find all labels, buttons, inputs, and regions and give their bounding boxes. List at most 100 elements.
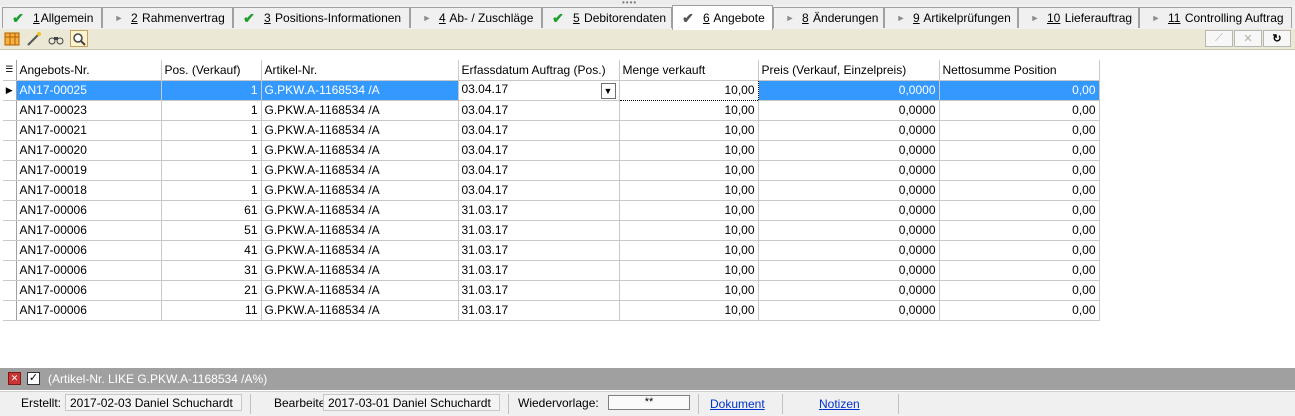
cell-offer-no[interactable]: AN17-00006 [16,300,162,321]
cell-net-sum[interactable]: 0,00 [939,100,1100,121]
refresh-button[interactable]: ↻ [1263,30,1291,47]
cell-article-no[interactable]: G.PKW.A-1168534 /A [261,120,459,141]
cell-offer-no[interactable]: AN17-00006 [16,260,162,281]
cell-offer-no[interactable]: AN17-00006 [16,220,162,241]
filter-wand-button[interactable] [25,30,43,47]
cell-quantity[interactable]: 10,00 [619,200,759,221]
cell-price[interactable]: 0,0000 [758,120,940,141]
tab-aenderungen[interactable]: ► 8 Änderungen [773,7,884,28]
cell-offer-no[interactable]: AN17-00023 [16,100,162,121]
filter-enabled-checkbox[interactable]: ✓ [27,372,40,385]
table-row[interactable]: AN17-00018 1 G.PKW.A-1168534 /A 03.04.17… [3,180,1100,201]
cell-position[interactable]: 1 [161,80,262,101]
cell-quantity[interactable]: 10,00 [619,280,759,301]
cell-offer-no[interactable]: AN17-00019 [16,160,162,181]
cell-offer-no[interactable]: AN17-00006 [16,240,162,261]
cell-quantity[interactable]: 10,00 [619,240,759,261]
cell-article-no[interactable]: G.PKW.A-1168534 /A [261,80,459,101]
cell-net-sum[interactable]: 0,00 [939,120,1100,141]
tab-allgemein[interactable]: ✔ 1Allgemein [2,7,102,28]
cell-position[interactable]: 11 [161,300,262,321]
cell-date[interactable]: 03.04.17 [458,160,620,181]
cell-net-sum[interactable]: 0,00 [939,80,1100,101]
cell-date[interactable]: 31.03.17 [458,220,620,241]
cell-position[interactable]: 51 [161,220,262,241]
cell-position[interactable]: 1 [161,140,262,161]
cell-net-sum[interactable]: 0,00 [939,160,1100,181]
cell-quantity[interactable]: 10,00 [619,140,759,161]
table-row[interactable]: AN17-00021 1 G.PKW.A-1168534 /A 03.04.17… [3,120,1100,141]
cell-offer-no[interactable]: AN17-00020 [16,140,162,161]
cell-position[interactable]: 41 [161,240,262,261]
cell-quantity[interactable]: 10,00 [619,260,759,281]
column-header[interactable]: Preis (Verkauf, Einzelpreis) [758,60,940,81]
column-header[interactable]: Erfassdatum Auftrag (Pos.) [458,60,620,81]
cell-date[interactable]: 31.03.17 [458,300,620,321]
table-row-selected[interactable]: ▶ AN17-00025 1 G.PKW.A-1168534 /A 03.04.… [3,79,1100,101]
cell-offer-no[interactable]: AN17-00021 [16,120,162,141]
cell-price[interactable]: 0,0000 [758,300,940,321]
date-dropdown-button[interactable]: ▼ [600,82,616,99]
column-header[interactable]: Angebots-Nr. [16,60,162,81]
cell-article-no[interactable]: G.PKW.A-1168534 /A [261,100,459,121]
cell-net-sum[interactable]: 0,00 [939,260,1100,281]
table-row[interactable]: AN17-00006 11 G.PKW.A-1168534 /A 31.03.1… [3,300,1100,321]
cell-position[interactable]: 31 [161,260,262,281]
cell-article-no[interactable]: G.PKW.A-1168534 /A [261,300,459,321]
cell-position[interactable]: 1 [161,180,262,201]
cell-price[interactable]: 0,0000 [758,140,940,161]
cell-net-sum[interactable]: 0,00 [939,180,1100,201]
cell-net-sum[interactable]: 0,00 [939,280,1100,301]
cell-date[interactable]: 03.04.17 [458,180,620,201]
cell-article-no[interactable]: G.PKW.A-1168534 /A [261,220,459,241]
column-header[interactable]: Menge verkauft [619,60,759,81]
cell-date[interactable]: 31.03.17 [458,280,620,301]
filter-expression[interactable]: (Artikel-Nr. LIKE G.PKW.A-1168534 /A%) [48,372,267,386]
cell-article-no[interactable]: G.PKW.A-1168534 /A [261,200,459,221]
cell-price[interactable]: 0,0000 [758,280,940,301]
document-link[interactable]: Dokument [710,397,765,411]
column-layout-button[interactable] [3,30,21,47]
table-row[interactable]: AN17-00006 31 G.PKW.A-1168534 /A 31.03.1… [3,260,1100,281]
cell-price[interactable]: 0,0000 [758,160,940,181]
column-header[interactable]: Nettosumme Position [939,60,1100,81]
cell-article-no[interactable]: G.PKW.A-1168534 /A [261,180,459,201]
tab-debitorendaten[interactable]: ✔ 5 Debitorendaten [542,7,672,28]
table-row[interactable]: AN17-00020 1 G.PKW.A-1168534 /A 03.04.17… [3,140,1100,161]
cell-net-sum[interactable]: 0,00 [939,140,1100,161]
tab-ab-zuschlaege[interactable]: ► 4 Ab- / Zuschläge [410,7,542,28]
column-header[interactable]: Artikel-Nr. [261,60,459,81]
cell-offer-no[interactable]: AN17-00006 [16,200,162,221]
tab-controlling-auftrag[interactable]: ► 11 Controlling Auftrag [1139,7,1292,28]
cell-price[interactable]: 0,0000 [758,80,940,101]
tab-artikelpruefungen[interactable]: ► 9 Artikelprüfungen [884,7,1018,28]
cell-position[interactable]: 1 [161,160,262,181]
notes-link[interactable]: Notizen [819,397,860,411]
cell-quantity[interactable]: 10,00 [619,300,759,321]
cell-date-editor[interactable]: 03.04.17 ▼ [458,80,620,101]
cell-quantity[interactable]: 10,00 [619,220,759,241]
table-row[interactable]: AN17-00019 1 G.PKW.A-1168534 /A 03.04.17… [3,160,1100,181]
clear-button[interactable]: ✕ [1234,30,1262,47]
cell-date[interactable]: 03.04.17 [458,100,620,121]
cell-date[interactable]: 03.04.17 [458,140,620,161]
row-selector-header-icon[interactable]: ☰ [3,60,17,81]
cell-price[interactable]: 0,0000 [758,100,940,121]
tab-positions-informationen[interactable]: ✔ 3 Positions-Informationen [233,7,410,28]
cell-offer-no[interactable]: AN17-00018 [16,180,162,201]
chart-button[interactable]: ⟋ [1205,30,1233,47]
cell-net-sum[interactable]: 0,00 [939,300,1100,321]
clear-filter-button[interactable]: ✕ [8,372,21,385]
cell-quantity[interactable]: 10,00 [619,100,759,121]
cell-quantity[interactable]: 10,00 [618,79,759,101]
cell-date[interactable]: 31.03.17 [458,240,620,261]
cell-position[interactable]: 61 [161,200,262,221]
search-button[interactable] [70,30,88,47]
tab-angebote[interactable]: ✔ 6 Angebote [672,5,773,30]
cell-position[interactable]: 1 [161,100,262,121]
cell-date[interactable]: 03.04.17 [458,120,620,141]
cell-date[interactable]: 31.03.17 [458,260,620,281]
cell-price[interactable]: 0,0000 [758,180,940,201]
cell-article-no[interactable]: G.PKW.A-1168534 /A [261,140,459,161]
cell-net-sum[interactable]: 0,00 [939,240,1100,261]
